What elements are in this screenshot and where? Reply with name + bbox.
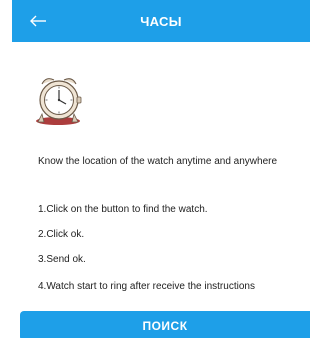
step-1-text: 1.Click on the button to find the watch. [38,204,208,215]
search-button[interactable]: ПОИСК [20,311,310,338]
step-3-text: 3.Send ok. [38,254,86,265]
step-4-text: 4.Watch start to ring after receive the … [38,281,255,292]
alarm-clock-icon [24,70,100,130]
page-title: ЧАСЫ [140,14,182,29]
step-2-text: 2.Click ok. [38,229,85,240]
intro-text: Know the location of the watch anytime a… [38,156,278,167]
header-bar: ЧАСЫ [12,0,310,42]
instructions: Know the location of the watch anytime a… [38,156,310,292]
find-watch-screen: ЧАСЫ Know the location of the watch anyt… [0,0,310,338]
